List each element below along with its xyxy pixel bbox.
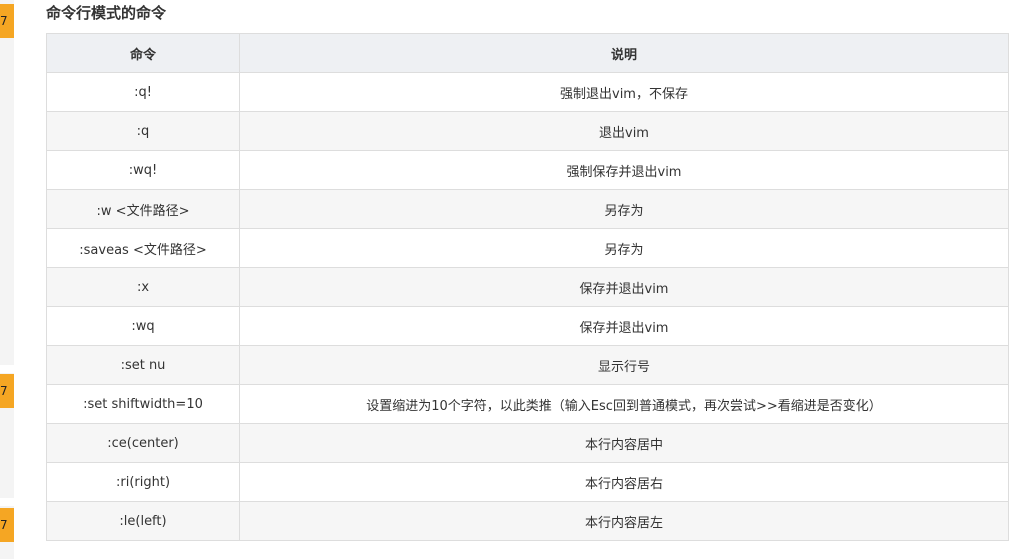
description-cell: 保存并退出vim (239, 306, 1009, 346)
table-row: :q! 强制退出vim，不保存 (46, 72, 1009, 112)
section-title: 命令行模式的命令 (46, 4, 167, 22)
description-cell: 本行内容居左 (239, 501, 1009, 541)
table-row: :ri(right) 本行内容居右 (46, 462, 1009, 502)
description-cell: 退出vim (239, 111, 1009, 151)
table-row: :x 保存并退出vim (46, 267, 1009, 307)
description-cell: 本行内容居中 (239, 423, 1009, 463)
command-cell: :q (46, 111, 240, 151)
table-row: :saveas <文件路径> 另存为 (46, 228, 1009, 268)
header-description: 说明 (239, 33, 1009, 73)
command-cell: :set nu (46, 345, 240, 385)
header-command: 命令 (46, 33, 240, 73)
description-cell: 显示行号 (239, 345, 1009, 385)
command-cell: :x (46, 267, 240, 307)
command-table: 命令 说明 :q! 强制退出vim，不保存 :q 退出vim :wq! 强制保存… (46, 33, 1009, 541)
table-row: :ce(center) 本行内容居中 (46, 423, 1009, 463)
command-cell: :set shiftwidth=10 (46, 384, 240, 424)
sidebar-gap (0, 365, 14, 373)
command-cell: :wq! (46, 150, 240, 190)
left-sidebar-strip (0, 0, 14, 559)
command-cell: :saveas <文件路径> (46, 228, 240, 268)
description-cell: 强制保存并退出vim (239, 150, 1009, 190)
sidebar-badge[interactable]: 7 (0, 508, 14, 542)
description-cell: 设置缩进为10个字符，以此类推（输入Esc回到普通模式，再次尝试>>看缩进是否变… (239, 384, 1009, 424)
command-cell: :q! (46, 72, 240, 112)
command-cell: :ri(right) (46, 462, 240, 502)
description-cell: 保存并退出vim (239, 267, 1009, 307)
command-cell: :wq (46, 306, 240, 346)
table-header-row: 命令 说明 (46, 33, 1009, 73)
description-cell: 强制退出vim，不保存 (239, 72, 1009, 112)
sidebar-badge[interactable]: 7 (0, 4, 14, 38)
sidebar-badge[interactable]: 7 (0, 374, 14, 408)
command-cell: :ce(center) (46, 423, 240, 463)
description-cell: 另存为 (239, 189, 1009, 229)
table-row: :set shiftwidth=10 设置缩进为10个字符，以此类推（输入Esc… (46, 384, 1009, 424)
table-row: :set nu 显示行号 (46, 345, 1009, 385)
command-cell: :le(left) (46, 501, 240, 541)
command-cell: :w <文件路径> (46, 189, 240, 229)
table-row: :q 退出vim (46, 111, 1009, 151)
table-row: :le(left) 本行内容居左 (46, 501, 1009, 541)
table-row: :wq! 强制保存并退出vim (46, 150, 1009, 190)
table-row: :w <文件路径> 另存为 (46, 189, 1009, 229)
table-row: :wq 保存并退出vim (46, 306, 1009, 346)
description-cell: 另存为 (239, 228, 1009, 268)
description-cell: 本行内容居右 (239, 462, 1009, 502)
sidebar-gap (0, 498, 14, 506)
